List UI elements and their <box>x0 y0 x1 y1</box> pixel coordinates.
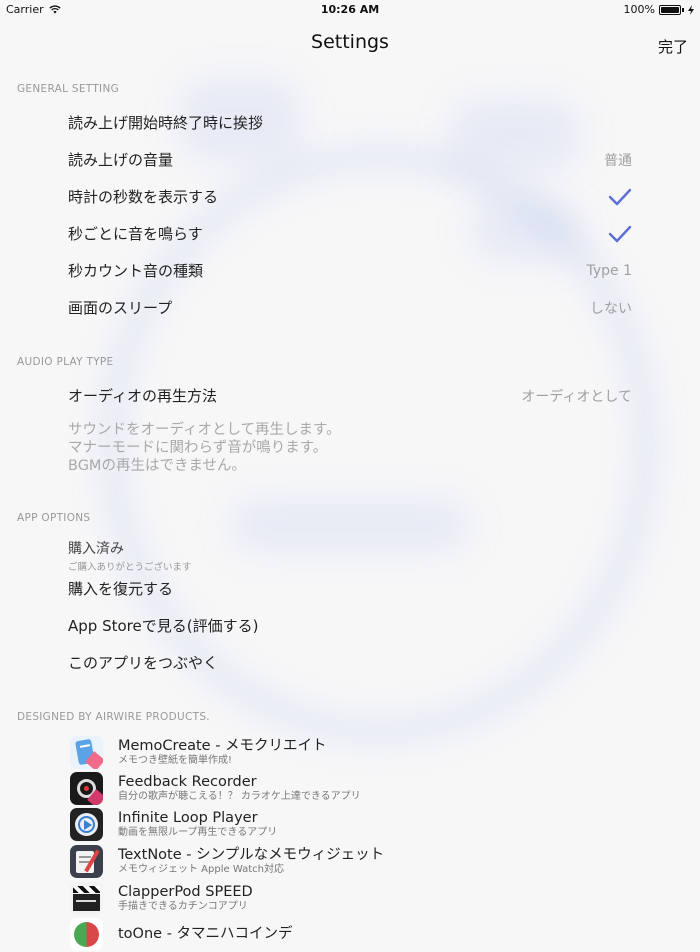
feedback-recorder-icon <box>70 771 103 805</box>
textnote-icon <box>70 844 103 878</box>
app-item-infinite-loop[interactable]: Infinite Loop Player 動画を無限ループ再生できるアプリ <box>70 806 277 842</box>
setting-value: Type 1 <box>586 262 632 279</box>
setting-greeting[interactable]: 読み上げ開始時終了時に挨拶 <box>68 104 632 141</box>
app-name: Feedback Recorder <box>118 773 257 790</box>
purchased-title: 購入済み <box>68 541 124 557</box>
setting-audio-mode[interactable]: オーディオの再生方法 オーディオとして <box>68 377 632 414</box>
battery-percent: 100% <box>623 3 655 16</box>
section-header-general: GENERAL SETTING <box>17 83 120 95</box>
audio-note-line: BGMの再生はできません。 <box>68 458 247 474</box>
setting-volume[interactable]: 読み上げの音量 普通 <box>68 141 632 178</box>
setting-label: 画面のスリープ <box>68 299 173 317</box>
setting-label: 時計の秒数を表示する <box>68 188 219 206</box>
app-name: MemoCreate - メモクリエイト <box>118 737 327 754</box>
clock: 10:26 AM <box>320 3 380 16</box>
restore-purchase-button[interactable]: 購入を復元する <box>68 570 632 607</box>
setting-screen-sleep[interactable]: 画面のスリープ しない <box>68 289 632 326</box>
setting-label: 購入を復元する <box>68 580 174 598</box>
app-name: ClapperPod SPEED <box>118 883 253 900</box>
charging-icon <box>688 4 694 15</box>
page-title: Settings <box>311 31 389 53</box>
audio-note-line: サウンドをオーディオとして再生します。 <box>68 422 341 438</box>
app-name: TextNote - シンプルなメモウィジェット <box>118 846 385 863</box>
section-header-audio: AUDIO PLAY TYPE <box>17 356 114 368</box>
memocreate-icon <box>70 735 103 769</box>
checkmark-icon <box>608 188 632 205</box>
app-item-clapperpod[interactable]: ClapperPod SPEED 手描きできるカチンコアプリ <box>70 880 253 916</box>
app-item-toone[interactable]: toOne - タマニハコインデ <box>70 916 293 952</box>
app-desc: 手描きできるカチンコアプリ <box>118 900 248 912</box>
infinite-loop-icon <box>70 807 103 841</box>
app-item-feedback-recorder[interactable]: Feedback Recorder 自分の歌声が聴こえる！？ カラオケ上達できる… <box>70 770 361 806</box>
tweet-app-button[interactable]: このアプリをつぶやく <box>68 644 632 681</box>
app-desc: 自分の歌声が聴こえる！？ カラオケ上達できるアプリ <box>118 790 361 802</box>
app-item-memocreate[interactable]: MemoCreate - メモクリエイト メモつき壁紙を簡単作成! <box>70 734 327 770</box>
setting-label: 秒カウント音の種類 <box>68 262 204 280</box>
app-name: Infinite Loop Player <box>118 809 258 826</box>
setting-value: しない <box>590 300 632 317</box>
section-header-options: APP OPTIONS <box>17 512 91 524</box>
app-store-review-button[interactable]: App Storeで見る(評価する) <box>68 607 632 644</box>
setting-label: 読み上げの音量 <box>68 151 174 169</box>
setting-label: オーディオの再生方法 <box>68 387 217 405</box>
setting-label: 秒ごとに音を鳴らす <box>68 225 203 243</box>
status-bar: Carrier 10:26 AM 100% <box>0 0 700 20</box>
setting-label: 読み上げ開始時終了時に挨拶 <box>68 114 264 132</box>
app-desc: 動画を無限ループ再生できるアプリ <box>118 826 278 838</box>
toone-icon <box>70 917 103 951</box>
purchased-item: 購入済み ご購入ありがとうございます <box>68 538 192 573</box>
checkmark-icon <box>608 225 632 242</box>
battery-icon <box>659 4 681 15</box>
app-desc: メモつき壁紙を簡単作成! <box>118 754 233 766</box>
done-button[interactable]: 完了 <box>658 36 688 57</box>
app-name: toOne - タマニハコインデ <box>118 925 293 942</box>
setting-show-seconds[interactable]: 時計の秒数を表示する <box>68 178 632 215</box>
section-header-products: DESIGNED BY AIRWIRE PRODUCTS. <box>17 711 210 723</box>
setting-value: 普通 <box>604 152 632 169</box>
setting-tick-sound[interactable]: 秒ごとに音を鳴らす <box>68 215 632 252</box>
setting-tick-type[interactable]: 秒カウント音の種類 Type 1 <box>68 252 632 289</box>
app-item-textnote[interactable]: TextNote - シンプルなメモウィジェット メモウィジェット Apple … <box>70 843 384 879</box>
setting-label: このアプリをつぶやく <box>68 654 219 672</box>
setting-label: App Storeで見る(評価する) <box>68 617 259 635</box>
audio-note-line: マナーモードに関わらず音が鳴ります。 <box>68 440 328 456</box>
app-desc: メモウィジェット Apple Watch対応 <box>118 863 284 875</box>
audio-note: サウンドをオーディオとして再生します。 マナーモードに関わらず音が鳴ります。 B… <box>68 421 341 475</box>
setting-value: オーディオとして <box>521 388 632 405</box>
clapper-icon <box>70 881 103 915</box>
